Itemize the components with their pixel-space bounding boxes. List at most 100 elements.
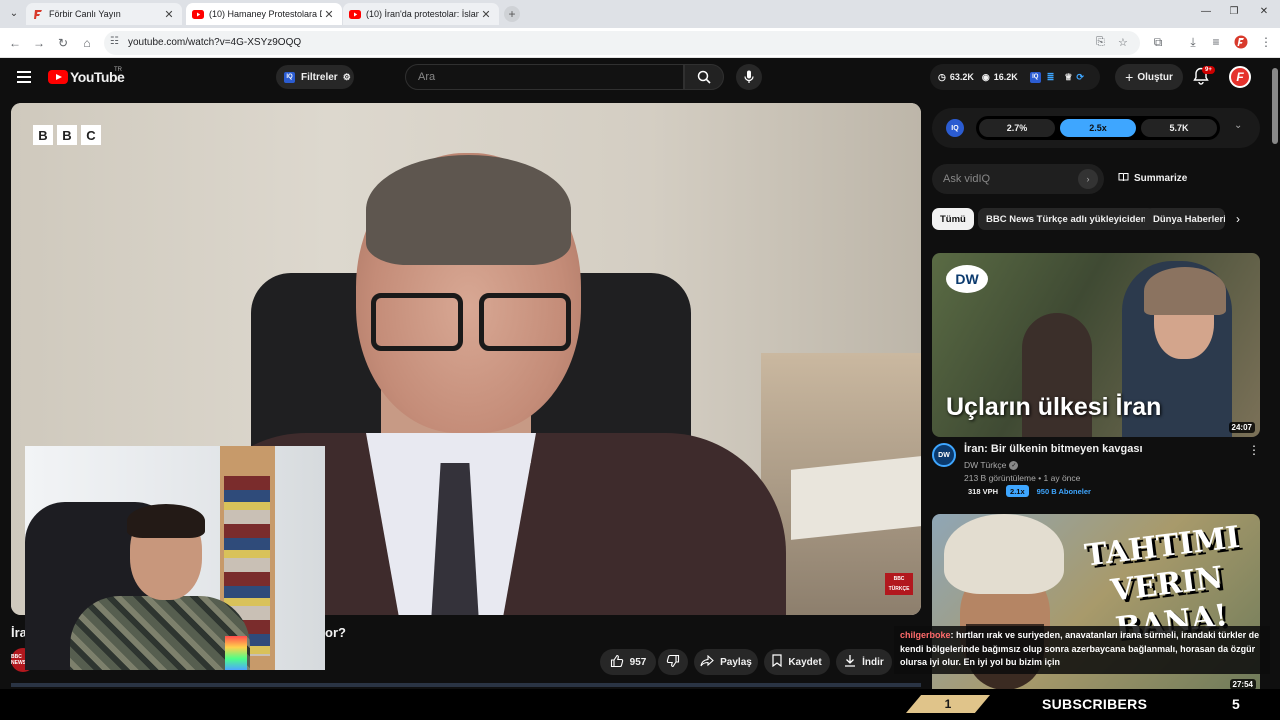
reload-icon[interactable]: ↻ <box>54 34 72 52</box>
thumbnail-text: Uçların ülkesi İran <box>946 393 1162 421</box>
browser-tab-iran[interactable]: (10) İran'da protestolar: İslam C ✕ <box>343 3 499 25</box>
subscribers-count: 5 <box>1232 696 1240 712</box>
recommendation-title[interactable]: İran: Bir ülkenin bitmeyen kavgası <box>964 443 1143 455</box>
save-label: Kaydet <box>788 656 822 668</box>
profile-icon[interactable] <box>1233 35 1249 52</box>
more-options-icon[interactable]: ⋮ <box>1248 443 1260 457</box>
bbc-turkce-corner-logo: BBC TÜRKÇE <box>885 573 913 595</box>
subscribers-label: SUBSCRIBERS <box>1042 696 1148 712</box>
chevron-down-icon[interactable]: ⌄ <box>1234 120 1242 131</box>
microphone-icon <box>744 70 754 83</box>
vidiq-badge-icon[interactable]: IQ <box>946 119 964 137</box>
vidiq-metric-engagement[interactable]: 2.7% <box>979 119 1055 137</box>
create-button[interactable]: + Oluştur <box>1115 64 1183 90</box>
youtube-icon <box>192 8 204 20</box>
trophy-icon[interactable]: ♕ <box>1064 72 1072 83</box>
duration-badge: 24:07 <box>1228 422 1255 433</box>
vph-pill: 318 VPH <box>968 486 999 496</box>
page-scrollbar[interactable] <box>1270 58 1280 688</box>
tab-close-icon[interactable]: ✕ <box>322 8 336 21</box>
book-icon <box>1118 172 1129 185</box>
channel-avatar[interactable]: DW <box>932 443 956 467</box>
chevron-right-icon[interactable]: › <box>1078 169 1098 189</box>
youtube-play-icon <box>48 70 68 84</box>
tab-label: (10) Hamaney Protestolara Day <box>209 9 322 19</box>
site-info-icon[interactable]: ☷ <box>110 36 119 47</box>
list-icon[interactable]: ≣ <box>1047 72 1055 83</box>
vidiq-icon[interactable]: IQ <box>1029 71 1041 83</box>
refresh-icon[interactable]: ⟳ <box>1076 72 1084 83</box>
multiplier-pill: 2.1x <box>1006 485 1029 497</box>
ask-vidiq-input[interactable]: Ask vidIQ › <box>932 164 1104 194</box>
minimize-icon[interactable]: — <box>1196 6 1216 17</box>
vidiq-metric-multiplier[interactable]: 2.5x <box>1060 119 1136 137</box>
download-label: İndir <box>862 656 884 668</box>
verified-check-icon: ✓ <box>1009 460 1019 470</box>
chat-message-overlay: chilgerboke: hırtları ırak ve suriyeden,… <box>894 626 1274 674</box>
thumbs-up-icon <box>610 654 624 671</box>
bookmark-star-icon[interactable]: ☆ <box>1118 36 1128 49</box>
like-button[interactable]: 957 <box>600 649 656 675</box>
browser-menu-icon[interactable]: ⋮ <box>1258 35 1274 49</box>
create-label: Oluştur <box>1137 71 1173 83</box>
like-count: 957 <box>629 656 647 668</box>
save-button[interactable]: Kaydet <box>764 649 830 675</box>
subscriber-goal-tag: 1 <box>906 695 990 713</box>
forward-icon[interactable]: → <box>30 34 48 52</box>
voice-search-button[interactable] <box>736 64 762 90</box>
install-app-icon[interactable]: ⎘ <box>1096 36 1105 49</box>
notification-badge: 9+ <box>1202 66 1215 74</box>
reading-list-icon[interactable]: ≡ <box>1208 35 1224 49</box>
search-button[interactable] <box>684 64 724 90</box>
recommendation-thumbnail[interactable]: DW Uçların ülkesi İran 24:07 <box>932 253 1260 437</box>
tab-close-icon[interactable]: ✕ <box>162 8 176 21</box>
extensions-icon[interactable]: ⧉ <box>1150 35 1166 50</box>
account-avatar[interactable]: F <box>1229 66 1251 88</box>
country-code: TR <box>114 67 122 73</box>
address-bar[interactable]: ☷ youtube.com/watch?v=4G-XSYz9OQQ ⎘ ☆ <box>104 31 1140 55</box>
menu-icon[interactable] <box>17 71 31 83</box>
downloads-icon[interactable]: ⤓ <box>1185 35 1201 50</box>
chip-all[interactable]: Tümü <box>932 208 974 230</box>
share-button[interactable]: Paylaş <box>694 649 758 675</box>
vidiq-video-stats: 318 VPH 2.1x 950 B Aboneler <box>964 485 1095 497</box>
back-icon[interactable]: ← <box>6 34 24 52</box>
stat-eye: 16.2K <box>993 72 1018 82</box>
download-button[interactable]: İndir <box>836 649 892 675</box>
scrollbar-thumb[interactable] <box>1272 68 1278 144</box>
stream-subscriber-bar: 1 SUBSCRIBERS 5 <box>0 689 1280 720</box>
close-window-icon[interactable]: ✕ <box>1254 6 1274 17</box>
vidiq-metric-vph[interactable]: 5.7K <box>1141 119 1217 137</box>
ask-placeholder: Ask vidIQ <box>943 173 991 185</box>
tab-search-menu-icon[interactable]: ⌄ <box>6 6 22 22</box>
dislike-button[interactable] <box>658 649 688 675</box>
filters-button[interactable]: IQ Filtreler ⚙ <box>276 65 354 89</box>
home-icon[interactable]: ⌂ <box>78 34 96 52</box>
chip-channel[interactable]: BBC News Türkçe adlı yükleyiciden <box>978 208 1155 230</box>
streamer-webcam <box>25 446 325 670</box>
youtube-logo[interactable]: YouTube <box>48 69 125 85</box>
vidiq-stats-bar[interactable]: ◷ 63.2K ◉ 16.2K IQ ≣ ♕ ⟳ <box>930 64 1100 90</box>
browser-tab-hamaney[interactable]: (10) Hamaney Protestolara Day ✕ <box>186 3 342 25</box>
dw-logo: DW <box>946 265 988 293</box>
thumbnail-man-turban <box>944 514 1064 594</box>
summarize-button[interactable]: Summarize <box>1118 172 1187 185</box>
download-icon <box>844 654 856 670</box>
webcam-streamer-body <box>70 596 250 670</box>
webcam-rgb-light <box>225 636 247 670</box>
vidiq-panel: IQ 2.7% 2.5x 5.7K ⌄ <box>932 108 1260 148</box>
chip-world-news[interactable]: Dünya Haberleri <box>1145 208 1225 230</box>
search-input[interactable]: Ara <box>405 64 684 90</box>
recommendation-channel[interactable]: DW Türkçe ✓ <box>964 460 1019 470</box>
subscribers-pill: 950 B Aboneler <box>1036 486 1091 496</box>
url-text[interactable]: youtube.com/watch?v=4G-XSYz9OQQ <box>128 37 301 48</box>
restore-icon[interactable]: ❐ <box>1224 6 1244 17</box>
tab-close-icon[interactable]: ✕ <box>479 8 493 21</box>
webcam-streamer-hair <box>127 504 205 538</box>
thumbnail-woman-hair <box>1144 267 1226 315</box>
chevron-right-icon[interactable]: › <box>1236 212 1240 226</box>
summarize-label: Summarize <box>1134 173 1188 184</box>
browser-toolbar: ← → ↻ ⌂ ☷ youtube.com/watch?v=4G-XSYz9OQ… <box>0 28 1280 58</box>
browser-tab-forbir[interactable]: Förbir Canlı Yayın ✕ <box>26 3 182 25</box>
new-tab-button[interactable]: + <box>504 6 520 22</box>
